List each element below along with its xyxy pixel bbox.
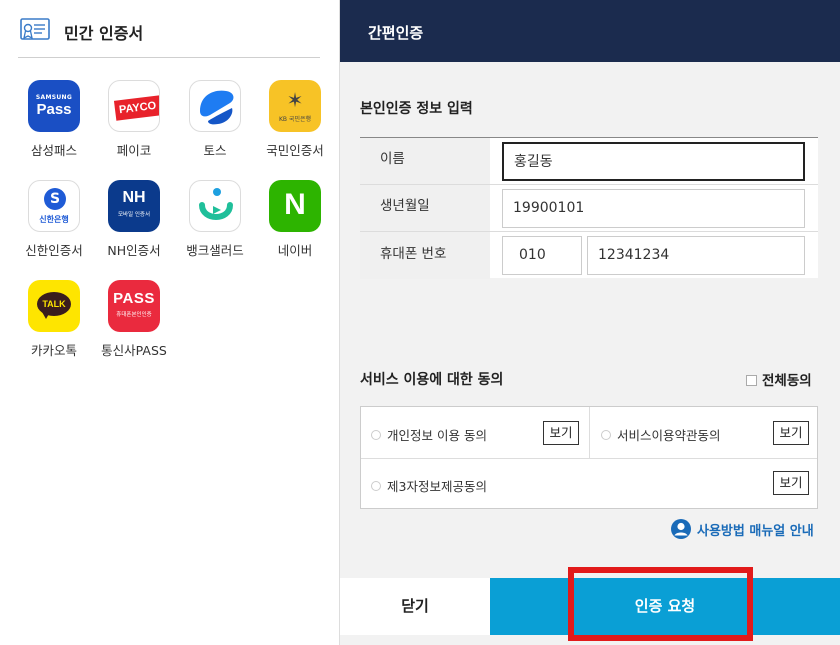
app-label: 뱅크샐러드 — [186, 243, 244, 258]
birth-label: 생년월일 — [360, 185, 490, 231]
app-samsung-pass[interactable]: SAMSUNG Pass 삼성패스 — [14, 80, 94, 159]
birthdate-input[interactable]: 19900101 — [502, 189, 805, 228]
name-label: 이름 — [360, 138, 490, 184]
close-button[interactable]: 닫기 — [340, 578, 490, 635]
term-third-party[interactable]: 제3자정보제공동의 — [371, 476, 487, 495]
app-kb[interactable]: ✶ KB 국민은행 국민인증서 — [255, 80, 335, 159]
right-panel-header: 간편인증 — [340, 0, 840, 62]
checkbox-icon — [746, 375, 757, 386]
app-label: 페이코 — [116, 143, 152, 158]
app-label: 네이버 — [277, 243, 313, 258]
app-kakaotalk[interactable]: TALK 카카오톡 — [14, 280, 94, 359]
app-label: 신한인증서 — [25, 243, 83, 258]
toss-icon — [189, 80, 241, 132]
phone-prefix-input[interactable]: 010 — [502, 236, 582, 275]
info-section-title: 본인인증 정보 입력 — [360, 101, 473, 117]
manual-link[interactable]: 사용방법 매뉴얼 안내 — [670, 519, 814, 543]
right-panel-title: 간편인증 — [368, 24, 424, 42]
view-privacy-button[interactable]: 보기 — [543, 421, 579, 445]
kakaotalk-icon: TALK — [28, 280, 80, 332]
terms-box: 개인정보 이용 동의 보기 서비스이용약관동의 보기 제3자정보제공동의 보기 — [360, 406, 818, 509]
app-shinhan[interactable]: S 신한은행 신한인증서 — [14, 180, 94, 259]
cert-provider-panel: 민간 인증서 SAMSUNG Pass 삼성패스 PAYCO 페이코 토스 ✶ … — [0, 0, 340, 645]
name-input[interactable]: 홍길동 — [502, 142, 805, 181]
term-privacy[interactable]: 개인정보 이용 동의 — [371, 425, 487, 444]
radio-icon — [601, 430, 611, 440]
radio-icon — [371, 481, 381, 491]
pass-icon: PASS 휴대폰본인인증 — [108, 280, 160, 332]
app-toss[interactable]: 토스 — [175, 80, 255, 159]
view-third-party-button[interactable]: 보기 — [773, 471, 809, 495]
nh-icon: NH 모바일 인증서 — [108, 180, 160, 232]
app-payco[interactable]: PAYCO 페이코 — [94, 80, 174, 159]
phone-label: 휴대폰 번호 — [360, 232, 490, 279]
shinhan-icon: S 신한은행 — [28, 180, 80, 232]
app-label: 국민인증서 — [266, 143, 324, 158]
user-icon — [670, 519, 692, 543]
view-service-button[interactable]: 보기 — [773, 421, 809, 445]
consent-section-title: 서비스 이용에 대한 동의 — [360, 372, 504, 388]
radio-icon — [371, 430, 381, 440]
naver-icon: N — [269, 180, 321, 232]
app-pass[interactable]: PASS 휴대폰본인인증 통신사PASS — [94, 280, 174, 359]
app-label: 통신사PASS — [101, 343, 167, 358]
request-auth-button[interactable]: 인증 요청 — [490, 578, 840, 635]
simple-auth-panel: 간편인증 본인인증 정보 입력 이름 생년월일 휴대폰 번호 홍길동 19900… — [340, 0, 840, 645]
app-label: 토스 — [203, 143, 227, 158]
left-panel-title: 민간 인증서 — [64, 24, 144, 43]
app-label: NH인증서 — [107, 243, 161, 258]
payco-icon: PAYCO — [108, 80, 160, 132]
banksalad-icon — [189, 180, 241, 232]
kb-icon: ✶ KB 국민은행 — [269, 80, 321, 132]
certificate-icon — [20, 18, 50, 44]
samsung-pass-icon: SAMSUNG Pass — [28, 80, 80, 132]
app-label: 카카오톡 — [30, 343, 77, 358]
agree-all-label: 전체동의 — [762, 373, 812, 389]
left-panel-header: 민간 인증서 — [18, 12, 320, 58]
app-banksalad[interactable]: 뱅크샐러드 — [175, 180, 255, 259]
app-nh[interactable]: NH 모바일 인증서 NH인증서 — [94, 180, 174, 259]
agree-all-checkbox[interactable]: 전체동의 — [746, 369, 812, 389]
term-service[interactable]: 서비스이용약관동의 — [601, 425, 721, 444]
phone-number-input[interactable]: 12341234 — [587, 236, 805, 275]
identity-form: 이름 생년월일 휴대폰 번호 홍길동 19900101 010 12341234 — [360, 137, 818, 279]
app-naver[interactable]: N 네이버 — [255, 180, 335, 259]
app-label: 삼성패스 — [30, 143, 77, 158]
